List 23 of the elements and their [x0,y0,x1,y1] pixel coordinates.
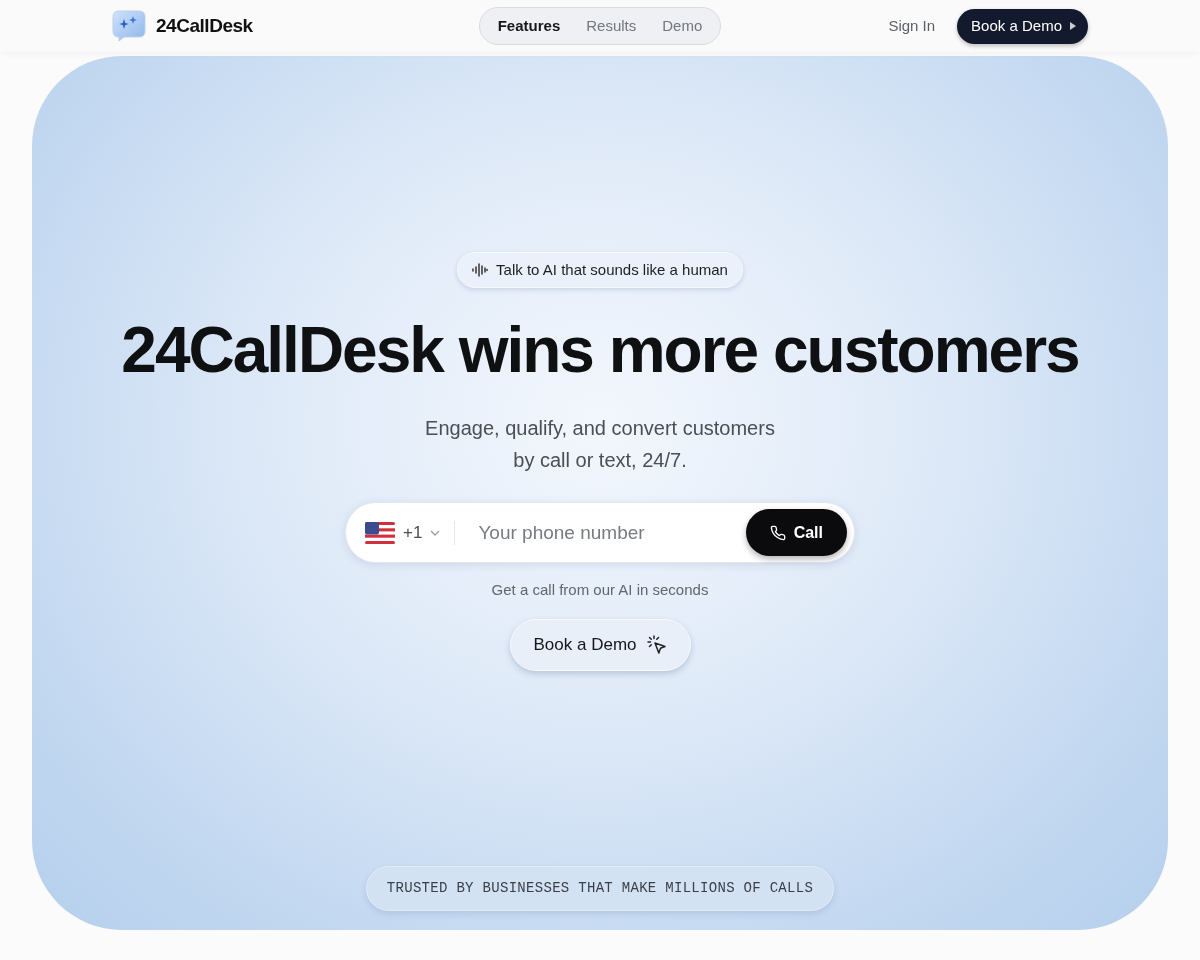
us-flag-icon [365,521,395,544]
logo-icon [112,10,146,42]
nav-link[interactable]: Features [487,14,571,38]
hero-heading: 24CallDesk wins more customers [121,314,1079,386]
call-button[interactable]: Call [745,509,847,556]
nav-link[interactable]: Demo [652,14,713,38]
trust-text: TRUSTED BY BUSINESSES THAT MAKE MILLIONS OF CALLS [386,878,814,898]
phone-form[interactable]: +1 Your phone number Call [345,502,855,563]
country-selector[interactable]: +1 [365,512,455,553]
phone-number-input[interactable]: Your phone number [455,512,746,553]
hero-subtitle: Engage, qualify, and convert customers by call or text, 24/7. [425,416,775,473]
sound-wave-icon [472,263,489,277]
book-demo-button[interactable]: Book a Demo [957,8,1088,44]
tagline-text: Talk to AI that sounds like a human [496,259,728,280]
sign-in-link[interactable]: Sign In [888,14,936,38]
call-hint: Get a call from our AI in seconds [491,580,709,600]
nav-link[interactable]: Results [576,14,647,38]
book-demo-button[interactable]: Book a Demo [509,618,691,671]
brand-name[interactable]: 24CallDesk [156,11,253,41]
chevron-down-icon [430,529,441,536]
caret-icon [1070,22,1076,30]
phone-icon [769,524,786,541]
cursor-click-icon [646,634,667,655]
